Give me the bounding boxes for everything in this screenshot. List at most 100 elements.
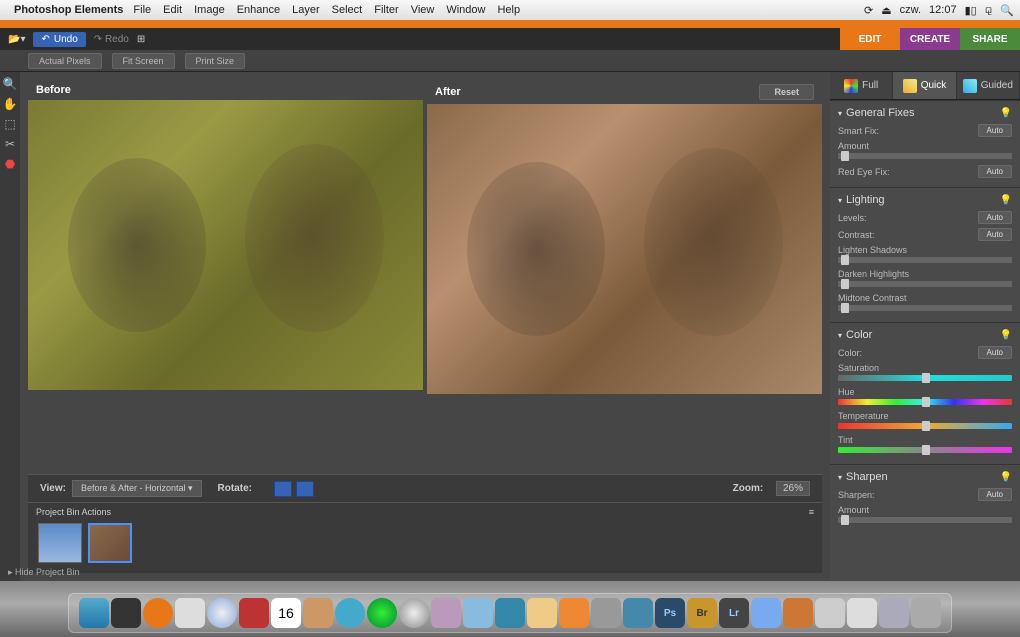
open-icon[interactable]: 📂▾ xyxy=(8,34,25,45)
battery-icon[interactable]: ▮▯ xyxy=(965,4,977,17)
tip-icon[interactable]: 💡 xyxy=(1000,330,1012,341)
dock-finder-icon[interactable] xyxy=(79,598,109,628)
reset-button[interactable]: Reset xyxy=(759,84,814,100)
dock-folder-icon[interactable] xyxy=(879,598,909,628)
levels-auto-button[interactable]: Auto xyxy=(978,211,1012,224)
redo-button[interactable]: ↷ Redo xyxy=(94,34,129,45)
dock-app-icon[interactable] xyxy=(431,598,461,628)
dock-trash-icon[interactable] xyxy=(911,598,941,628)
sharpen-auto-button[interactable]: Auto xyxy=(978,488,1012,501)
tip-icon[interactable]: 💡 xyxy=(1000,472,1012,483)
mode-quick[interactable]: Quick xyxy=(893,72,956,99)
app-name[interactable]: Photoshop Elements xyxy=(14,4,123,16)
darken-highlights-slider[interactable] xyxy=(838,281,1012,287)
color-auto-button[interactable]: Auto xyxy=(978,346,1012,359)
project-bin-title[interactable]: Project Bin Actions xyxy=(36,507,111,517)
levels-label: Levels: xyxy=(838,213,867,223)
dock-firefox-icon[interactable] xyxy=(143,598,173,628)
dock-vlc-icon[interactable] xyxy=(559,598,589,628)
dock-bridge-icon[interactable]: Br xyxy=(687,598,717,628)
undo-button[interactable]: ↶ Undo xyxy=(33,32,85,47)
dock-skype-icon[interactable] xyxy=(335,598,365,628)
dock-app-icon[interactable] xyxy=(815,598,845,628)
dock-camera-icon[interactable] xyxy=(623,598,653,628)
rotate-ccw-button[interactable] xyxy=(274,481,292,497)
menu-view[interactable]: View xyxy=(411,4,435,16)
general-fixes-heading[interactable]: General Fixes💡 xyxy=(838,105,1012,121)
dock-iphoto-icon[interactable] xyxy=(527,598,557,628)
menu-help[interactable]: Help xyxy=(497,4,520,16)
red-eye-label: Red Eye Fix: xyxy=(838,167,890,177)
hand-tool-icon[interactable]: ✋ xyxy=(2,96,18,112)
menu-select[interactable]: Select xyxy=(332,4,363,16)
eject-icon[interactable]: ⏏ xyxy=(881,4,891,17)
hue-slider[interactable] xyxy=(838,399,1012,405)
dock-dictionary-icon[interactable] xyxy=(239,598,269,628)
dock-app-icon[interactable] xyxy=(751,598,781,628)
spotlight-icon[interactable]: 🔍 xyxy=(1000,4,1014,17)
fit-screen-button[interactable]: Fit Screen xyxy=(112,53,175,69)
dock-mail-icon[interactable] xyxy=(175,598,205,628)
zoom-value[interactable]: 26% xyxy=(776,481,810,496)
redeye-tool-icon[interactable]: ⬣ xyxy=(2,156,18,172)
menu-window[interactable]: Window xyxy=(446,4,485,16)
hide-project-bin-toggle[interactable]: ▸ Hide Project Bin xyxy=(8,567,80,578)
dock-itunes-icon[interactable] xyxy=(399,598,429,628)
lighten-shadows-slider[interactable] xyxy=(838,257,1012,263)
crop-tool-icon[interactable]: ✂ xyxy=(2,136,18,152)
tab-edit[interactable]: EDIT xyxy=(840,28,900,50)
dock-sysprefs-icon[interactable] xyxy=(591,598,621,628)
mode-full[interactable]: Full xyxy=(830,72,893,99)
tab-create[interactable]: CREATE xyxy=(900,28,960,50)
smart-fix-auto-button[interactable]: Auto xyxy=(978,124,1012,137)
sharpen-amount-slider[interactable] xyxy=(838,517,1012,523)
sharpen-label: Sharpen: xyxy=(838,490,875,500)
menu-filter[interactable]: Filter xyxy=(374,4,398,16)
dock-dashboard-icon[interactable] xyxy=(111,598,141,628)
lighting-heading[interactable]: Lighting💡 xyxy=(838,192,1012,208)
contrast-auto-button[interactable]: Auto xyxy=(978,228,1012,241)
tip-icon[interactable]: 💡 xyxy=(1000,108,1012,119)
zoom-tool-icon[interactable]: 🔍 xyxy=(2,76,18,92)
menu-file[interactable]: File xyxy=(133,4,151,16)
tip-icon[interactable]: 💡 xyxy=(1000,195,1012,206)
app-top-bar: 📂▾ ↶ Undo ↷ Redo ⊞ EDIT CREATE SHARE xyxy=(0,28,1020,50)
actual-pixels-button[interactable]: Actual Pixels xyxy=(28,53,102,69)
dock-photoshop-icon[interactable]: Ps xyxy=(655,598,685,628)
dock-quicktime-icon[interactable] xyxy=(495,598,525,628)
red-eye-auto-button[interactable]: Auto xyxy=(978,165,1012,178)
print-size-button[interactable]: Print Size xyxy=(185,53,246,69)
after-image[interactable] xyxy=(427,104,822,394)
dock-lightroom-icon[interactable]: Lr xyxy=(719,598,749,628)
sync-icon[interactable]: ⟳ xyxy=(864,4,873,17)
smart-fix-amount-slider[interactable] xyxy=(838,153,1012,159)
color-heading[interactable]: Color💡 xyxy=(838,327,1012,343)
tint-slider[interactable] xyxy=(838,447,1012,453)
midtone-contrast-slider[interactable] xyxy=(838,305,1012,311)
bin-thumbnail-1[interactable] xyxy=(38,523,82,563)
menu-edit[interactable]: Edit xyxy=(163,4,182,16)
dock-app-icon[interactable] xyxy=(783,598,813,628)
selection-tool-icon[interactable]: ⬚ xyxy=(2,116,18,132)
dock-ical-icon[interactable]: 16 xyxy=(271,598,301,628)
view-mode-dropdown[interactable]: Before & After - Horizontal ▾ xyxy=(72,480,202,497)
dock-timemachine-icon[interactable] xyxy=(367,598,397,628)
sharpen-heading[interactable]: Sharpen💡 xyxy=(838,469,1012,485)
dock-addressbook-icon[interactable] xyxy=(303,598,333,628)
menu-enhance[interactable]: Enhance xyxy=(237,4,280,16)
mode-guided[interactable]: Guided xyxy=(957,72,1020,99)
temperature-slider[interactable] xyxy=(838,423,1012,429)
menu-image[interactable]: Image xyxy=(194,4,225,16)
bluetooth-icon[interactable]: ⚼ xyxy=(985,4,993,17)
before-image[interactable] xyxy=(28,100,423,390)
dock-app-icon[interactable] xyxy=(847,598,877,628)
bin-thumbnail-2[interactable] xyxy=(88,523,132,563)
dock-preview-icon[interactable] xyxy=(463,598,493,628)
saturation-slider[interactable] xyxy=(838,375,1012,381)
rotate-cw-button[interactable] xyxy=(296,481,314,497)
tab-share[interactable]: SHARE xyxy=(960,28,1020,50)
dock-safari-icon[interactable] xyxy=(207,598,237,628)
toolbar-extra-icon[interactable]: ⊞ xyxy=(137,34,145,45)
menu-layer[interactable]: Layer xyxy=(292,4,320,16)
project-bin-collapse-icon[interactable]: ≡ xyxy=(809,507,814,517)
